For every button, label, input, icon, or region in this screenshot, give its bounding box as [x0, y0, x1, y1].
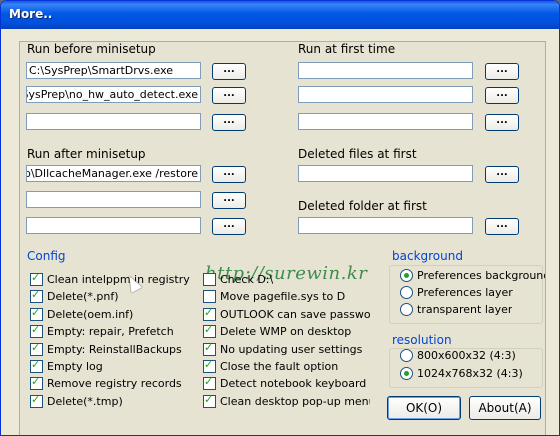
radio-icon[interactable] — [400, 349, 413, 362]
radio-label: transparent layer — [417, 303, 513, 316]
resolution-option-1[interactable]: 800x600x32 (4:3) — [400, 348, 516, 363]
checkbox-label: Delete(oem.inf) — [47, 307, 134, 321]
config-right-option-4[interactable]: Delete WMP on desktop — [203, 323, 352, 339]
checkbox-label: Clean desktop pop-up menu — [220, 394, 370, 408]
checkbox-icon[interactable] — [30, 306, 43, 321]
ok-button[interactable]: OK(O) — [387, 396, 461, 420]
run-before-browse-3[interactable]: ... — [212, 114, 246, 131]
radio-icon[interactable] — [400, 303, 413, 316]
deleted-files-label: Deleted files at first — [298, 147, 417, 161]
config-left-option-4[interactable]: Empty: repair, Prefetch — [30, 323, 174, 339]
config-right-option-1[interactable]: Check D:\ — [203, 272, 273, 287]
run-first-label: Run at first time — [298, 42, 396, 56]
config-left-option-5[interactable]: Empty: ReinstallBackups — [30, 341, 182, 357]
checkbox-label: Move pagefile.sys to D — [220, 290, 346, 304]
config-group-label: Config — [27, 249, 66, 263]
background-option-1[interactable]: Preferences background — [400, 268, 545, 283]
config-right-option-5[interactable]: No updating user settings — [203, 341, 363, 357]
checkbox-icon[interactable] — [30, 271, 43, 286]
checkbox-label: Empty: ReinstallBackups — [47, 342, 182, 356]
config-right-option-8[interactable]: Clean desktop pop-up menu — [203, 393, 370, 409]
radio-icon[interactable] — [400, 269, 413, 282]
dialog-client-area: Run before minisetup C:\SysPrep\SmartDrv… — [5, 29, 555, 435]
checkbox-icon[interactable] — [203, 393, 216, 408]
checkbox-icon[interactable] — [203, 375, 216, 391]
run-after-label: Run after minisetup — [27, 147, 146, 161]
background-group-label: background — [392, 249, 463, 263]
resolution-option-2[interactable]: 1024x768x32 (4:3) — [400, 366, 523, 381]
radio-label: Preferences background — [417, 269, 545, 282]
deleted-files-field[interactable] — [298, 165, 473, 182]
checkbox-icon[interactable] — [203, 323, 216, 339]
checkbox-label: Remove registry records — [47, 377, 182, 391]
checkbox-label: Check D:\ — [220, 273, 274, 286]
checkbox-label: Clean intelppm in registry — [47, 273, 190, 286]
radio-label: 1024x768x32 (4:3) — [417, 367, 523, 380]
run-after-browse-2[interactable]: ... — [212, 192, 246, 209]
run-before-label: Run before minisetup — [27, 42, 156, 56]
run-first-field-3[interactable] — [298, 113, 473, 130]
checkbox-label: Delete(*.tmp) — [47, 394, 123, 408]
run-before-browse-2[interactable]: ... — [212, 87, 246, 104]
config-left-option-7[interactable]: Remove registry records — [30, 375, 182, 391]
run-first-field-1[interactable] — [298, 62, 473, 79]
run-after-browse-1[interactable]: ... — [212, 166, 246, 183]
checkbox-label: Detect notebook keyboard — [220, 377, 367, 391]
checkbox-icon[interactable] — [30, 358, 43, 373]
config-right-option-3[interactable]: OUTLOOK can save passwords — [203, 306, 370, 322]
checkbox-label: OUTLOOK can save passwords — [220, 307, 370, 321]
background-option-3[interactable]: transparent layer — [400, 302, 512, 317]
deleted-folder-field[interactable] — [298, 217, 473, 234]
checkbox-icon[interactable] — [30, 341, 43, 356]
radio-icon[interactable] — [400, 286, 413, 299]
deleted-files-browse[interactable]: ... — [485, 166, 519, 183]
run-first-browse-2[interactable]: ... — [485, 87, 519, 104]
run-before-field-3[interactable] — [26, 113, 201, 130]
checkbox-icon[interactable] — [203, 306, 216, 321]
checkbox-icon[interactable] — [30, 323, 43, 339]
checkbox-label: Delete(*.pnf) — [47, 290, 119, 304]
checkbox-icon[interactable] — [30, 288, 43, 304]
checkbox-label: No updating user settings — [220, 342, 363, 356]
config-left-option-8[interactable]: Delete(*.tmp) — [30, 393, 123, 409]
radio-icon[interactable] — [400, 367, 413, 380]
resolution-group-label: resolution — [392, 333, 452, 347]
run-first-field-2[interactable] — [298, 86, 473, 103]
run-after-field-1[interactable]: \SysPrep\DllcacheManager.exe /restore — [26, 165, 201, 182]
checkbox-label: Empty: repair, Prefetch — [47, 325, 174, 339]
background-option-2[interactable]: Preferences layer — [400, 285, 513, 300]
checkbox-label: Close the fault option — [220, 360, 339, 373]
config-right-option-6[interactable]: Close the fault option — [203, 358, 339, 374]
radio-label: 800x600x32 (4:3) — [417, 349, 516, 362]
run-first-browse-1[interactable]: ... — [485, 63, 519, 80]
checkbox-label: Delete WMP on desktop — [220, 325, 352, 339]
checkbox-icon[interactable] — [203, 290, 216, 304]
config-left-option-2[interactable]: Delete(*.pnf) — [30, 288, 119, 304]
title-bar[interactable]: More.. — [1, 1, 559, 29]
config-left-option-3[interactable]: Delete(oem.inf) — [30, 306, 134, 322]
config-right-option-2[interactable]: Move pagefile.sys to D — [203, 289, 345, 304]
run-after-browse-3[interactable]: ... — [212, 218, 246, 235]
checkbox-label: Empty log — [47, 360, 103, 373]
run-before-browse-1[interactable]: ... — [212, 63, 246, 80]
deleted-folder-label: Deleted folder at first — [298, 199, 427, 213]
config-right-option-7[interactable]: Detect notebook keyboard — [203, 375, 367, 391]
config-left-option-6[interactable]: Empty log — [30, 358, 103, 374]
about-button[interactable]: About(A) — [469, 396, 541, 420]
checkbox-icon[interactable] — [30, 393, 43, 408]
run-before-field-2[interactable]: \SysPrep\no_hw_auto_detect.exe — [26, 86, 201, 103]
run-before-field-1[interactable]: C:\SysPrep\SmartDrvs.exe — [26, 62, 201, 79]
checkbox-icon[interactable] — [203, 273, 216, 286]
run-first-browse-3[interactable]: ... — [485, 114, 519, 131]
run-after-field-3[interactable] — [26, 217, 201, 234]
radio-label: Preferences layer — [417, 286, 513, 299]
window-title: More.. — [9, 7, 53, 21]
config-left-option-1[interactable]: Clean intelppm in registry — [30, 271, 190, 287]
checkbox-icon[interactable] — [203, 358, 216, 373]
more-dialog: More.. Run before minisetup C:\SysPrep\S… — [0, 0, 560, 436]
checkbox-icon[interactable] — [30, 375, 43, 391]
deleted-folder-browse[interactable]: ... — [485, 218, 519, 235]
checkbox-icon[interactable] — [203, 341, 216, 356]
run-after-field-2[interactable] — [26, 191, 201, 208]
